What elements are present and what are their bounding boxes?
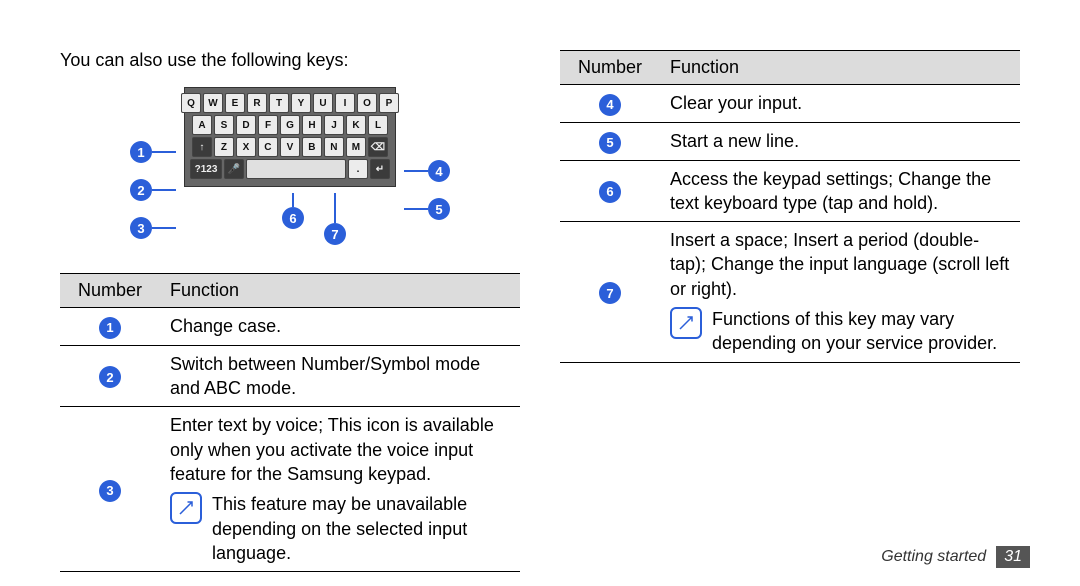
table-row: 2 Switch between Number/Symbol mode and … — [60, 345, 520, 407]
key-m: M — [346, 137, 366, 157]
function-table-right: Number Function 4 Clear your input. 5 St… — [560, 50, 1020, 363]
key-x: X — [236, 137, 256, 157]
callout-5: 5 — [428, 198, 450, 220]
table-row: 7 Insert a space; Insert a period (doubl… — [560, 222, 1020, 362]
key-e: E — [225, 93, 245, 113]
key-k: K — [346, 115, 366, 135]
key-t: T — [269, 93, 289, 113]
keypad-block: Q W E R T Y U I O P A S D — [184, 87, 396, 245]
key-h: H — [302, 115, 322, 135]
page-body: You can also use the following keys: 1 2… — [0, 0, 1080, 580]
note-icon — [670, 307, 702, 339]
key-o: O — [357, 93, 377, 113]
table-row: 6 Access the keypad settings; Change the… — [560, 160, 1020, 222]
callout-3: 3 — [130, 217, 152, 239]
intro-text: You can also use the following keys: — [60, 50, 520, 71]
key-u: U — [313, 93, 333, 113]
key-enter: ↵ — [370, 159, 390, 179]
row-num: 4 — [599, 94, 621, 116]
row-num: 7 — [599, 282, 621, 304]
callout-1: 1 — [130, 141, 152, 163]
table-row: 1 Change case. — [60, 308, 520, 346]
key-c: C — [258, 137, 278, 157]
key-f: F — [258, 115, 278, 135]
footer-section: Getting started — [881, 548, 986, 566]
key-shift: ↑ — [192, 137, 212, 157]
key-z: Z — [214, 137, 234, 157]
key-w: W — [203, 93, 223, 113]
row-text: Clear your input. — [660, 85, 1020, 123]
key-q: Q — [181, 93, 201, 113]
row-text: Start a new line. — [660, 122, 1020, 160]
right-callouts: 4 5 — [396, 159, 450, 221]
footer-page-number: 31 — [996, 546, 1030, 568]
callout-6: 6 — [282, 207, 304, 229]
bottom-callouts: 6 7 — [184, 193, 396, 245]
row-cell: Insert a space; Insert a period (double-… — [660, 222, 1020, 362]
key-s: S — [214, 115, 234, 135]
note-icon — [170, 492, 202, 524]
table-row: 4 Clear your input. — [560, 85, 1020, 123]
row-text: Access the keypad settings; Change the t… — [660, 160, 1020, 222]
key-mode: ?123 — [190, 159, 222, 179]
key-y: Y — [291, 93, 311, 113]
key-i: I — [335, 93, 355, 113]
th-function: Function — [160, 274, 520, 308]
key-v: V — [280, 137, 300, 157]
left-column: You can also use the following keys: 1 2… — [60, 50, 520, 580]
row-num: 6 — [599, 181, 621, 203]
key-n: N — [324, 137, 344, 157]
key-mic: 🎤 — [224, 159, 244, 179]
callout-7: 7 — [324, 223, 346, 245]
left-callouts: 1 2 3 — [130, 140, 184, 240]
key-p: P — [379, 93, 399, 113]
row-text: Switch between Number/Symbol mode and AB… — [160, 345, 520, 407]
key-l: L — [368, 115, 388, 135]
key-period: . — [348, 159, 368, 179]
row-num: 2 — [99, 366, 121, 388]
row-num: 3 — [99, 480, 121, 502]
row-text: Enter text by voice; This icon is availa… — [170, 413, 510, 486]
table-row: 5 Start a new line. — [560, 122, 1020, 160]
table-row: 3 Enter text by voice; This icon is avai… — [60, 407, 520, 572]
note-text: Functions of this key may vary depending… — [712, 307, 1010, 356]
callout-4: 4 — [428, 160, 450, 182]
th-number: Number — [560, 51, 660, 85]
th-number: Number — [60, 274, 160, 308]
row-num: 5 — [599, 132, 621, 154]
row-num: 1 — [99, 317, 121, 339]
key-a: A — [192, 115, 212, 135]
key-r: R — [247, 93, 267, 113]
key-d: D — [236, 115, 256, 135]
key-j: J — [324, 115, 344, 135]
right-column: Number Function 4 Clear your input. 5 St… — [560, 50, 1020, 580]
key-space — [246, 159, 346, 179]
function-table-left: Number Function 1 Change case. 2 Switch … — [60, 273, 520, 572]
keypad-grid: Q W E R T Y U I O P A S D — [184, 87, 396, 187]
row-text: Change case. — [160, 308, 520, 346]
keypad-illustration: 1 2 3 Q W E R — [90, 87, 490, 245]
note-text: This feature may be unavailable dependin… — [212, 492, 510, 565]
callout-2: 2 — [130, 179, 152, 201]
row-cell: Enter text by voice; This icon is availa… — [160, 407, 520, 572]
key-backspace: ⌫ — [368, 137, 388, 157]
page-footer: Getting started 31 — [881, 546, 1030, 568]
key-g: G — [280, 115, 300, 135]
th-function: Function — [660, 51, 1020, 85]
key-b: B — [302, 137, 322, 157]
row-text: Insert a space; Insert a period (double-… — [670, 228, 1010, 301]
